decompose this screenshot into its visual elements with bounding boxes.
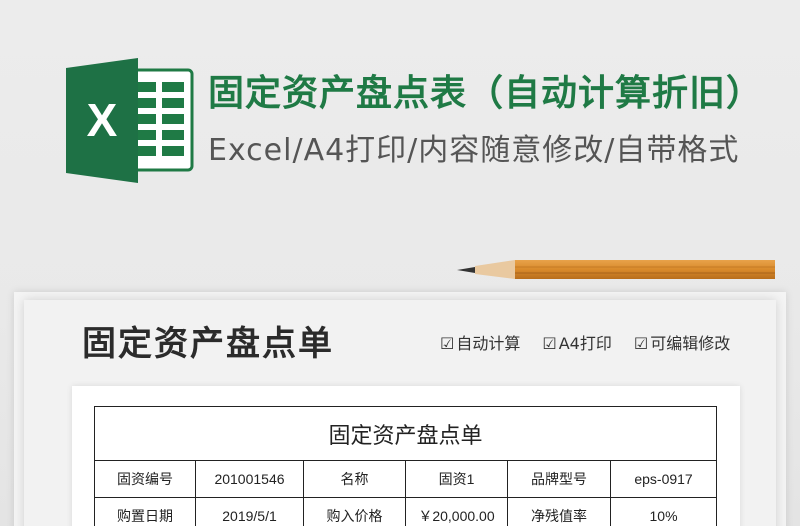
label-residual-rate: 净残值率 bbox=[507, 497, 611, 526]
feature-auto-calc: ☑ 自动计算 bbox=[440, 333, 520, 355]
label-asset-id: 固资编号 bbox=[94, 460, 196, 498]
logo-letter: X bbox=[87, 94, 118, 146]
sheet-title: 固定资产盘点单 bbox=[82, 324, 334, 364]
feature-label: A4打印 bbox=[558, 334, 612, 353]
checkbox-icon: ☑ bbox=[440, 334, 455, 353]
label-purchase-price: 购入价格 bbox=[303, 497, 406, 526]
table-row: 购置日期 2019/5/1 购入价格 ￥20,000.00 净残值率 10% bbox=[94, 497, 718, 526]
label-name: 名称 bbox=[303, 460, 406, 498]
banner-subtitle: Excel/A4打印/内容随意修改/自带格式 bbox=[208, 133, 740, 168]
value-residual-rate[interactable]: 10% bbox=[609, 497, 718, 526]
value-purchase-price[interactable]: ￥20,000.00 bbox=[405, 497, 508, 526]
value-brand-model[interactable]: eps-0917 bbox=[609, 460, 718, 498]
feature-editable: ☑ 可编辑修改 bbox=[634, 333, 730, 355]
inventory-form-table: 固定资产盘点单 固资编号 201001546 名称 固资1 品牌型号 eps-0… bbox=[93, 406, 718, 526]
feature-label: 自动计算 bbox=[456, 334, 521, 353]
form-caption-row: 固定资产盘点单 bbox=[93, 406, 718, 461]
feature-label: 可编辑修改 bbox=[650, 334, 731, 353]
pencil-icon bbox=[457, 260, 775, 279]
value-purchase-date[interactable]: 2019/5/1 bbox=[195, 497, 304, 526]
label-purchase-date: 购置日期 bbox=[94, 497, 196, 526]
feature-list: ☑ 自动计算 ☑ A4打印 ☑ 可编辑修改 bbox=[440, 333, 730, 355]
form-caption: 固定资产盘点单 bbox=[93, 406, 718, 461]
checkbox-icon: ☑ bbox=[542, 334, 557, 353]
banner-title: 固定资产盘点表（自动计算折旧） bbox=[208, 73, 764, 114]
value-name[interactable]: 固资1 bbox=[405, 460, 508, 498]
feature-a4-print: ☑ A4打印 bbox=[542, 333, 611, 355]
table-row: 固资编号 201001546 名称 固资1 品牌型号 eps-0917 bbox=[94, 460, 718, 498]
label-brand-model: 品牌型号 bbox=[507, 460, 611, 498]
value-asset-id[interactable]: 201001546 bbox=[195, 460, 304, 498]
excel-logo-icon: X bbox=[66, 58, 194, 183]
checkbox-icon: ☑ bbox=[633, 334, 649, 353]
